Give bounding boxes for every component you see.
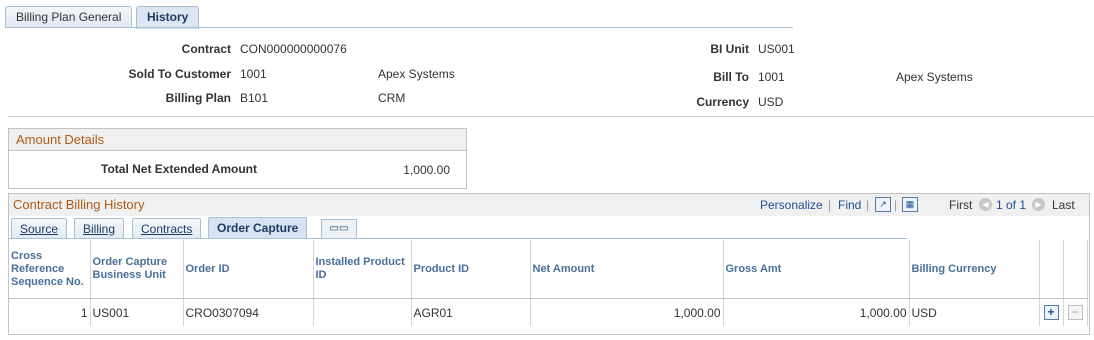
separator: | [828, 198, 832, 212]
previous-icon[interactable]: ◀ [979, 198, 992, 211]
separator: | [866, 198, 870, 212]
grid-title: Contract Billing History [13, 197, 145, 212]
col-order-id[interactable]: Order ID [183, 240, 314, 299]
col-cross-reference-sequence[interactable]: Cross Reference Sequence No. [9, 240, 91, 299]
row-range: 1 of 1 [996, 198, 1027, 212]
currency-value: USD [758, 95, 784, 109]
sold-to-label: Sold To Customer [128, 67, 231, 81]
contract-label: Contract [181, 42, 231, 56]
col-add [1039, 240, 1064, 299]
tab-billing-plan-general[interactable]: Billing Plan General [5, 6, 133, 28]
sold-to-value: 1001 [240, 67, 267, 81]
billing-plan-desc: CRM [378, 91, 406, 105]
cell-installed-product-id [313, 298, 412, 326]
tab-history[interactable]: History [136, 6, 200, 29]
bill-to-value: 1001 [758, 70, 785, 84]
col-delete [1063, 240, 1088, 299]
delete-row-button[interactable]: − [1067, 305, 1083, 320]
currency-label: Currency [696, 95, 749, 109]
add-row-cell: + [1039, 298, 1064, 326]
col-billing-currency[interactable]: Billing Currency [909, 240, 1040, 299]
amount-details-title: Amount Details [9, 129, 466, 151]
amount-details-section: Amount Details Total Net Extended Amount… [8, 128, 467, 189]
col-installed-product-id[interactable]: Installed Product ID [313, 240, 412, 299]
add-row-button[interactable]: + [1043, 305, 1059, 320]
contract-billing-history-grid: Contract Billing History Personalize | F… [8, 193, 1090, 335]
billing-plan-value: B101 [240, 91, 269, 105]
view-all-icon[interactable]: ↗ [875, 197, 891, 212]
personalize-link[interactable]: Personalize [760, 194, 823, 216]
contract-value: CON000000000076 [240, 42, 347, 56]
tab-billing[interactable]: Billing [74, 218, 125, 239]
first-label: First [949, 198, 973, 212]
tab-divider [5, 27, 793, 28]
separator: | [894, 198, 898, 212]
tab-contracts[interactable]: Contracts [132, 218, 202, 239]
cell-billing-currency: USD [909, 298, 1040, 326]
sub-tab-divider [9, 238, 907, 239]
cell-gross-amt: 1,000.00 [723, 298, 910, 326]
download-grid-icon[interactable]: ▦ [902, 197, 918, 212]
bill-to-name: Apex Systems [896, 70, 973, 84]
find-link[interactable]: Find [838, 194, 861, 216]
total-net-extended-amount-label: Total Net Extended Amount [101, 162, 257, 176]
grid-header-bar: Contract Billing History Personalize | F… [9, 194, 1089, 216]
history-table: Cross Reference Sequence No. Order Captu… [9, 240, 1088, 326]
bi-unit-value: US001 [758, 42, 795, 56]
billing-plan-label: Billing Plan [165, 91, 231, 105]
col-product-id[interactable]: Product ID [411, 240, 531, 299]
cell-net-amount: 1,000.00 [530, 298, 724, 326]
cell-order-capture-business-unit: US001 [90, 298, 184, 326]
bi-unit-label: BI Unit [710, 42, 749, 56]
next-icon[interactable]: ▶ [1032, 198, 1045, 211]
col-order-capture-business-unit[interactable]: Order Capture Business Unit [90, 240, 184, 299]
cell-product-id: AGR01 [411, 298, 531, 326]
cell-cross-reference-sequence: 1 [9, 298, 91, 326]
cell-order-id: CRO0307094 [183, 298, 314, 326]
show-all-columns-icon[interactable]: ▭▭ [321, 219, 357, 238]
table-row: 1 US001 CRO0307094 AGR01 1,000.00 1,000.… [9, 298, 1088, 326]
sold-to-name: Apex Systems [378, 67, 455, 81]
col-gross-amt[interactable]: Gross Amt [723, 240, 910, 299]
col-net-amount[interactable]: Net Amount [530, 240, 724, 299]
delete-row-cell: − [1063, 298, 1088, 326]
total-net-extended-amount-value: 1,000.00 [403, 163, 450, 177]
last-label: Last [1052, 198, 1075, 212]
header-divider [8, 116, 1094, 117]
table-header-row: Cross Reference Sequence No. Order Captu… [9, 240, 1088, 299]
tab-source[interactable]: Source [11, 218, 68, 239]
tab-order-capture[interactable]: Order Capture [208, 217, 308, 239]
bill-to-label: Bill To [713, 70, 749, 84]
